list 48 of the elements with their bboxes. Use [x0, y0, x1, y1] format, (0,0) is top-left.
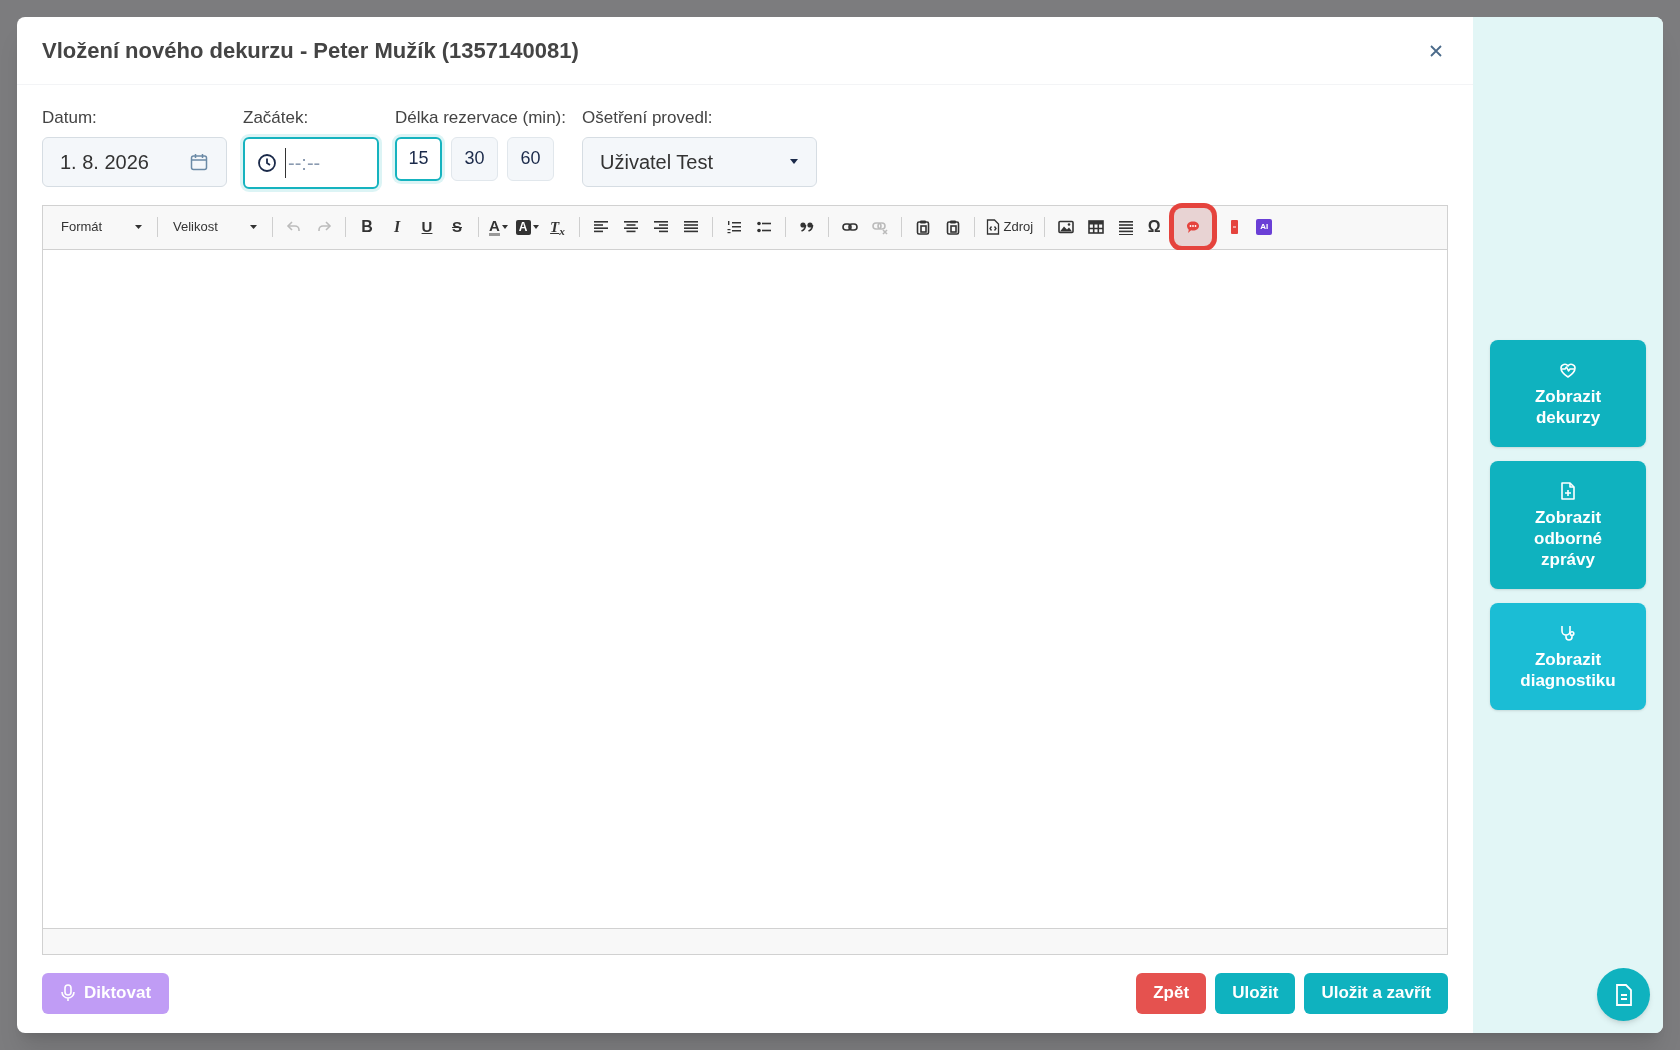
document-plus-icon — [1558, 480, 1578, 501]
align-center-icon — [622, 219, 639, 235]
code-file-icon — [985, 219, 1000, 235]
field-label: Ošetření provedl: — [582, 107, 714, 129]
comment-icon — [1185, 219, 1202, 235]
duration-option[interactable]: 15 — [395, 136, 442, 181]
back-button[interactable]: Zpět — [1136, 972, 1207, 1014]
field-label: Začátek: — [243, 107, 310, 129]
field-label: Datum: — [42, 107, 98, 129]
document-button[interactable] — [1597, 968, 1650, 1021]
field-label: Délka rezervace (min): — [395, 107, 566, 129]
table-icon — [1088, 219, 1105, 235]
clock-icon — [257, 152, 277, 173]
background-color-button[interactable]: A — [512, 213, 542, 241]
horizontal-lines-icon — [1118, 219, 1135, 235]
clear-format-button[interactable]: T$_{x}$ — [543, 213, 572, 241]
format-dropdown[interactable]: Formát — [53, 213, 150, 241]
caret-icon — [135, 225, 142, 229]
bold-button[interactable]: B — [353, 213, 381, 241]
microphone-icon — [60, 984, 76, 1002]
justify-icon — [682, 219, 699, 235]
format-dropdown[interactable]: Velikost — [165, 213, 265, 241]
align-left-icon — [592, 219, 609, 235]
bulleted-list-icon — [755, 219, 772, 235]
dialog-title: Vložení nového dekurzu - Peter Mužík (1357140081) — [42, 37, 579, 65]
clipboard-icon — [944, 219, 961, 235]
clipboard-icon — [914, 219, 931, 235]
unlink-icon — [871, 219, 888, 235]
special-character-button[interactable]: Ω — [1142, 213, 1167, 241]
image-icon — [1058, 219, 1075, 235]
duration-option[interactable]: 60 — [507, 136, 554, 181]
performer-select[interactable]: Uživatel Test — [582, 136, 817, 187]
source-button[interactable]: Zdroj — [981, 213, 1038, 241]
ai-button[interactable]: AI — [1256, 219, 1273, 235]
caret-icon — [250, 225, 257, 229]
underline-button[interactable]: U — [413, 213, 441, 241]
date-field[interactable]: 1. 8. 2026 — [42, 136, 227, 187]
close-icon — [1428, 42, 1444, 59]
numbered-list-icon — [725, 219, 742, 235]
italic-button[interactable]: I — [383, 213, 411, 241]
strikethrough-button[interactable]: S — [443, 213, 471, 241]
caret-icon — [532, 225, 539, 229]
caret-icon — [501, 225, 508, 229]
caret-icon — [789, 158, 799, 165]
duration-option[interactable]: 30 — [451, 136, 498, 181]
align-right-icon — [652, 219, 669, 235]
calendar-icon — [189, 151, 209, 172]
text-color-button[interactable]: A — [486, 213, 511, 241]
